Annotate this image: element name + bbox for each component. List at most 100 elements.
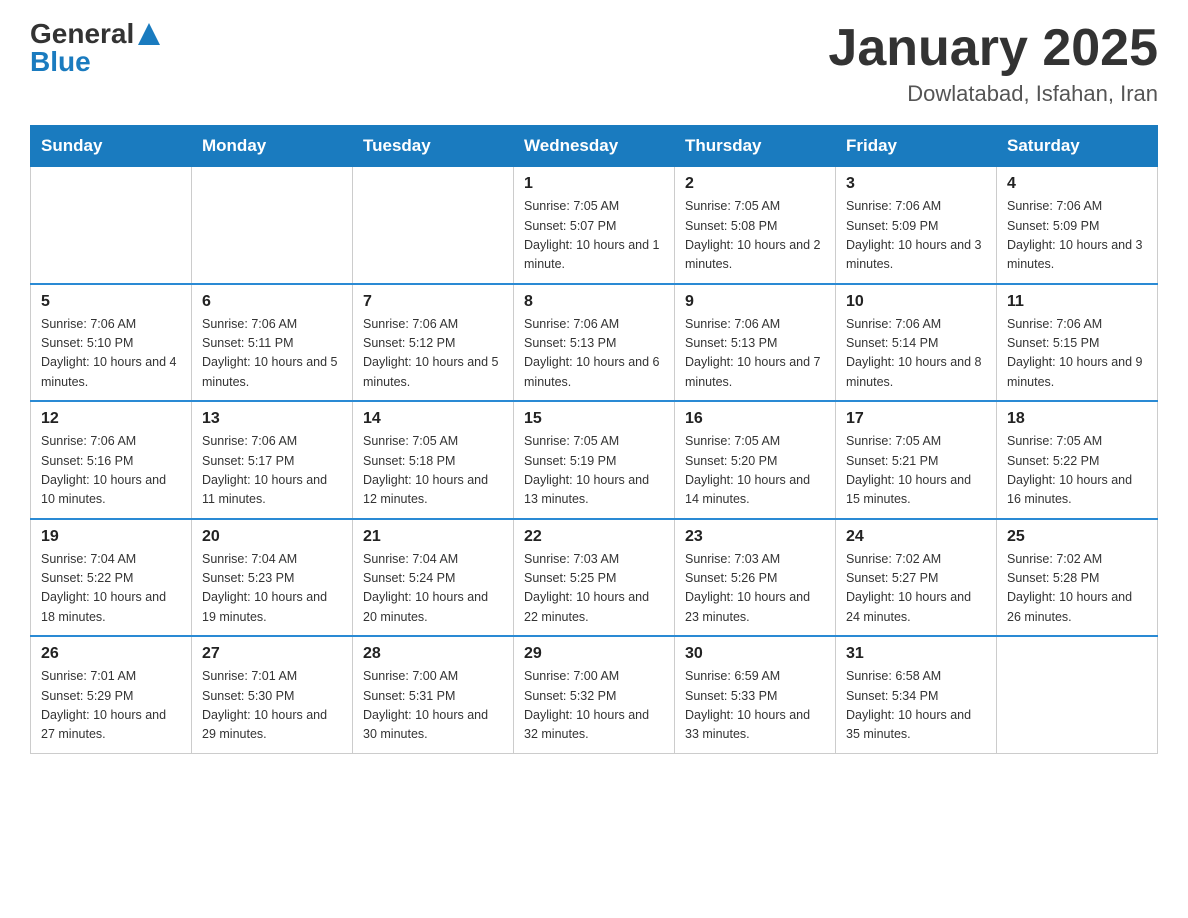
day-info: Sunrise: 7:05 AM Sunset: 5:19 PM Dayligh…	[524, 432, 664, 510]
day-number: 23	[685, 528, 825, 546]
weekday-header-monday: Monday	[192, 126, 353, 167]
calendar-cell: 7 Sunrise: 7:06 AM Sunset: 5:12 PM Daylig…	[353, 284, 514, 402]
calendar-cell: 30 Sunrise: 6:59 AM Sunset: 5:33 PM Dayli…	[675, 636, 836, 753]
day-info: Sunrise: 7:06 AM Sunset: 5:17 PM Dayligh…	[202, 432, 342, 510]
day-number: 19	[41, 528, 181, 546]
weekday-header-tuesday: Tuesday	[353, 126, 514, 167]
calendar-cell: 22Sunrise: 7:03 AM Sunset: 5:25 PM Dayli…	[514, 519, 675, 637]
day-info: Sunrise: 7:06 AM Sunset: 5:16 PM Dayligh…	[41, 432, 181, 510]
day-info: Sunrise: 7:05 AM Sunset: 5:18 PM Dayligh…	[363, 432, 503, 510]
day-number: 30	[685, 645, 825, 663]
weekday-header-sunday: Sunday	[31, 126, 192, 167]
calendar-cell: 27Sunrise: 7:01 AM Sunset: 5:30 PM Dayli…	[192, 636, 353, 753]
calendar-cell: 28 Sunrise: 7:00 AM Sunset: 5:31 PM Dayli…	[353, 636, 514, 753]
day-number: 18	[1007, 410, 1147, 428]
calendar-cell	[31, 167, 192, 284]
day-number: 27	[202, 645, 342, 663]
calendar-week-3: 12 Sunrise: 7:06 AM Sunset: 5:16 PM Dayli…	[31, 401, 1158, 519]
day-number: 24	[846, 528, 986, 546]
day-number: 21	[363, 528, 503, 546]
logo-blue-text: Blue	[30, 48, 91, 76]
day-number: 2	[685, 175, 825, 193]
day-info: Sunrise: 7:01 AM Sunset: 5:29 PM Dayligh…	[41, 667, 181, 745]
day-info: Sunrise: 7:05 AM Sunset: 5:08 PM Dayligh…	[685, 197, 825, 275]
calendar-table: SundayMondayTuesdayWednesdayThursdayFrid…	[30, 125, 1158, 754]
calendar-cell: 23 Sunrise: 7:03 AM Sunset: 5:26 PM Dayli…	[675, 519, 836, 637]
calendar-cell: 3 Sunrise: 7:06 AM Sunset: 5:09 PM Daylig…	[836, 167, 997, 284]
month-title: January 2025	[828, 20, 1158, 77]
day-number: 16	[685, 410, 825, 428]
day-number: 1	[524, 175, 664, 193]
day-info: Sunrise: 7:06 AM Sunset: 5:14 PM Dayligh…	[846, 315, 986, 393]
calendar-cell: 12 Sunrise: 7:06 AM Sunset: 5:16 PM Dayli…	[31, 401, 192, 519]
calendar-cell: 5Sunrise: 7:06 AM Sunset: 5:10 PM Daylig…	[31, 284, 192, 402]
calendar-cell: 31 Sunrise: 6:58 AM Sunset: 5:34 PM Dayli…	[836, 636, 997, 753]
day-number: 20	[202, 528, 342, 546]
day-number: 5	[41, 293, 181, 311]
calendar-cell: 4 Sunrise: 7:06 AM Sunset: 5:09 PM Daylig…	[997, 167, 1158, 284]
day-number: 6	[202, 293, 342, 311]
day-number: 15	[524, 410, 664, 428]
calendar-cell: 24 Sunrise: 7:02 AM Sunset: 5:27 PM Dayli…	[836, 519, 997, 637]
day-info: Sunrise: 7:05 AM Sunset: 5:21 PM Dayligh…	[846, 432, 986, 510]
calendar-cell: 11 Sunrise: 7:06 AM Sunset: 5:15 PM Dayli…	[997, 284, 1158, 402]
day-number: 17	[846, 410, 986, 428]
calendar-week-5: 26 Sunrise: 7:01 AM Sunset: 5:29 PM Dayli…	[31, 636, 1158, 753]
location-label: Dowlatabad, Isfahan, Iran	[828, 81, 1158, 107]
day-number: 4	[1007, 175, 1147, 193]
day-info: Sunrise: 6:58 AM Sunset: 5:34 PM Dayligh…	[846, 667, 986, 745]
day-info: Sunrise: 7:06 AM Sunset: 5:13 PM Dayligh…	[685, 315, 825, 393]
logo-triangle-icon	[138, 23, 160, 45]
day-info: Sunrise: 7:04 AM Sunset: 5:22 PM Dayligh…	[41, 550, 181, 628]
day-number: 7	[363, 293, 503, 311]
calendar-cell: 19 Sunrise: 7:04 AM Sunset: 5:22 PM Dayli…	[31, 519, 192, 637]
weekday-header-friday: Friday	[836, 126, 997, 167]
title-block: January 2025 Dowlatabad, Isfahan, Iran	[828, 20, 1158, 107]
day-number: 28	[363, 645, 503, 663]
calendar-cell: 25Sunrise: 7:02 AM Sunset: 5:28 PM Dayli…	[997, 519, 1158, 637]
calendar-cell	[192, 167, 353, 284]
day-info: Sunrise: 7:02 AM Sunset: 5:28 PM Dayligh…	[1007, 550, 1147, 628]
calendar-cell	[353, 167, 514, 284]
calendar-cell: 9 Sunrise: 7:06 AM Sunset: 5:13 PM Daylig…	[675, 284, 836, 402]
calendar-cell: 14Sunrise: 7:05 AM Sunset: 5:18 PM Dayli…	[353, 401, 514, 519]
logo: General Blue	[30, 20, 160, 76]
day-info: Sunrise: 7:00 AM Sunset: 5:31 PM Dayligh…	[363, 667, 503, 745]
day-info: Sunrise: 7:02 AM Sunset: 5:27 PM Dayligh…	[846, 550, 986, 628]
day-info: Sunrise: 7:06 AM Sunset: 5:12 PM Dayligh…	[363, 315, 503, 393]
calendar-cell: 20Sunrise: 7:04 AM Sunset: 5:23 PM Dayli…	[192, 519, 353, 637]
day-info: Sunrise: 7:06 AM Sunset: 5:15 PM Dayligh…	[1007, 315, 1147, 393]
calendar-cell: 16 Sunrise: 7:05 AM Sunset: 5:20 PM Dayli…	[675, 401, 836, 519]
calendar-cell: 6 Sunrise: 7:06 AM Sunset: 5:11 PM Daylig…	[192, 284, 353, 402]
day-info: Sunrise: 7:06 AM Sunset: 5:09 PM Dayligh…	[1007, 197, 1147, 275]
day-number: 11	[1007, 293, 1147, 311]
day-number: 12	[41, 410, 181, 428]
calendar-week-2: 5Sunrise: 7:06 AM Sunset: 5:10 PM Daylig…	[31, 284, 1158, 402]
calendar-cell: 13 Sunrise: 7:06 AM Sunset: 5:17 PM Dayli…	[192, 401, 353, 519]
weekday-header-wednesday: Wednesday	[514, 126, 675, 167]
day-info: Sunrise: 7:04 AM Sunset: 5:24 PM Dayligh…	[363, 550, 503, 628]
day-info: Sunrise: 6:59 AM Sunset: 5:33 PM Dayligh…	[685, 667, 825, 745]
calendar-cell: 2 Sunrise: 7:05 AM Sunset: 5:08 PM Daylig…	[675, 167, 836, 284]
day-number: 8	[524, 293, 664, 311]
day-number: 13	[202, 410, 342, 428]
day-info: Sunrise: 7:03 AM Sunset: 5:26 PM Dayligh…	[685, 550, 825, 628]
day-info: Sunrise: 7:06 AM Sunset: 5:09 PM Dayligh…	[846, 197, 986, 275]
calendar-cell: 21 Sunrise: 7:04 AM Sunset: 5:24 PM Dayli…	[353, 519, 514, 637]
calendar-week-4: 19 Sunrise: 7:04 AM Sunset: 5:22 PM Dayli…	[31, 519, 1158, 637]
day-number: 26	[41, 645, 181, 663]
day-info: Sunrise: 7:05 AM Sunset: 5:07 PM Dayligh…	[524, 197, 664, 275]
calendar-cell: 15 Sunrise: 7:05 AM Sunset: 5:19 PM Dayli…	[514, 401, 675, 519]
day-number: 31	[846, 645, 986, 663]
day-info: Sunrise: 7:03 AM Sunset: 5:25 PM Dayligh…	[524, 550, 664, 628]
day-info: Sunrise: 7:05 AM Sunset: 5:22 PM Dayligh…	[1007, 432, 1147, 510]
calendar-header-row: SundayMondayTuesdayWednesdayThursdayFrid…	[31, 126, 1158, 167]
weekday-header-thursday: Thursday	[675, 126, 836, 167]
day-info: Sunrise: 7:05 AM Sunset: 5:20 PM Dayligh…	[685, 432, 825, 510]
weekday-header-saturday: Saturday	[997, 126, 1158, 167]
day-info: Sunrise: 7:06 AM Sunset: 5:11 PM Dayligh…	[202, 315, 342, 393]
day-number: 3	[846, 175, 986, 193]
calendar-cell: 29Sunrise: 7:00 AM Sunset: 5:32 PM Dayli…	[514, 636, 675, 753]
day-number: 9	[685, 293, 825, 311]
calendar-cell: 18 Sunrise: 7:05 AM Sunset: 5:22 PM Dayli…	[997, 401, 1158, 519]
